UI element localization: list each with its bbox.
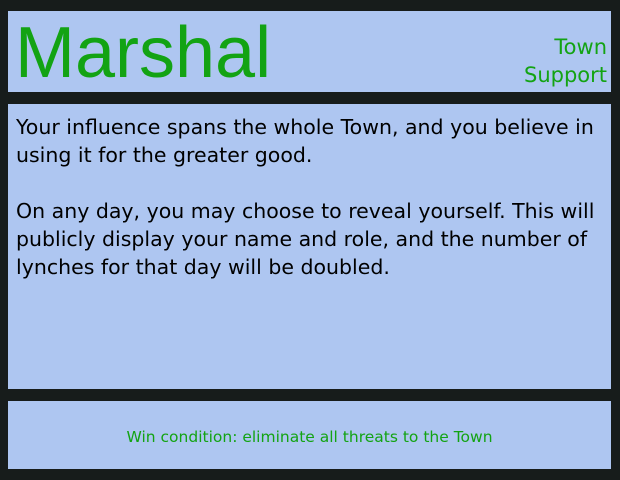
description-paragraph-flavor: Your influence spans the whole Town, and… (16, 115, 594, 167)
role-description-panel: Your influence spans the whole Town, and… (8, 104, 611, 389)
win-condition-text: Win condition: eliminate all threats to … (126, 428, 493, 446)
description-paragraph-ability: On any day, you may choose to reveal you… (16, 199, 595, 279)
role-alignment: Town Support (524, 33, 607, 89)
alignment-category: Support (523, 63, 607, 87)
win-condition-panel: Win condition: eliminate all threats to … (8, 401, 611, 469)
role-description: Your influence spans the whole Town, and… (16, 113, 606, 309)
role-header-panel: Marshal Town Support (8, 11, 611, 93)
alignment-faction: Town (554, 35, 607, 59)
role-name: Marshal (15, 13, 272, 93)
